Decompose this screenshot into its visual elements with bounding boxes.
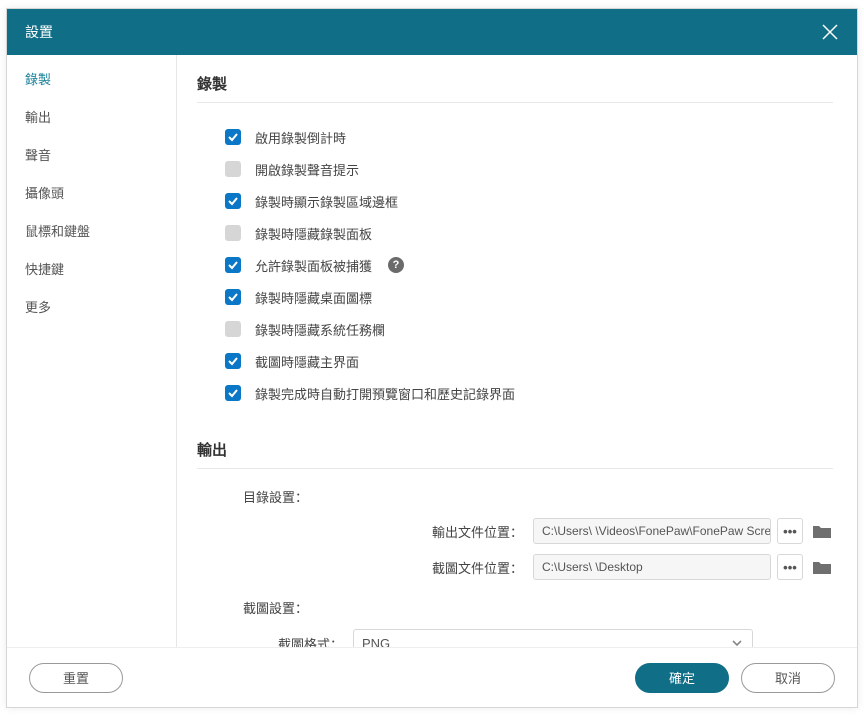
check-label: 錄製完成時自動打開預覽窗口和歷史記錄界面 xyxy=(255,384,515,403)
check-row: 啟用錄製倒計時 xyxy=(225,121,833,153)
folder-icon xyxy=(813,560,831,574)
reset-button[interactable]: 重置 xyxy=(29,663,123,693)
check-row: 截圖時隱藏主界面 xyxy=(225,345,833,377)
check-label: 允許錄製面板被捕獲 xyxy=(255,256,372,275)
screenshot-path-browse-button[interactable]: ••• xyxy=(777,554,803,580)
chevron-down-icon xyxy=(730,636,744,647)
sidebar-item-audio[interactable]: 聲音 xyxy=(7,135,176,173)
check-icon xyxy=(227,131,239,143)
sidebar-item-hotkeys[interactable]: 快捷鍵 xyxy=(7,249,176,287)
checkbox[interactable] xyxy=(225,289,241,305)
sidebar-item-mouse-keyboard[interactable]: 鼠標和鍵盤 xyxy=(7,211,176,249)
checkbox[interactable] xyxy=(225,193,241,209)
sidebar-item-label: 聲音 xyxy=(25,145,51,164)
close-icon[interactable] xyxy=(821,23,839,41)
check-row: 錄製時隱藏桌面圖標 xyxy=(225,281,833,313)
check-label: 錄製時隱藏桌面圖標 xyxy=(255,288,372,307)
check-row: 錄製時顯示錄製區域邊框 xyxy=(225,185,833,217)
check-label: 錄製時隱藏錄製面板 xyxy=(255,224,372,243)
body: 錄製 輸出 聲音 攝像頭 鼠標和鍵盤 快捷鍵 更多 錄製 啟用錄製倒計時開啟錄製… xyxy=(7,55,857,647)
screenshot-path-label: 截圖文件位置： xyxy=(243,558,533,577)
folder-icon xyxy=(813,524,831,538)
dir-settings-heading: 目錄設置： xyxy=(243,487,833,506)
check-label: 錄製時隱藏系統任務欄 xyxy=(255,320,385,339)
check-label: 啟用錄製倒計時 xyxy=(255,128,346,147)
content-pane: 錄製 啟用錄製倒計時開啟錄製聲音提示錄製時顯示錄製區域邊框錄製時隱藏錄製面板允許… xyxy=(177,55,857,647)
ok-button-label: 確定 xyxy=(669,668,695,687)
reset-button-label: 重置 xyxy=(63,668,89,687)
check-row: 允許錄製面板被捕獲? xyxy=(225,249,833,281)
check-row: 開啟錄製聲音提示 xyxy=(225,153,833,185)
check-icon xyxy=(227,259,239,271)
section-title-recording: 錄製 xyxy=(197,73,833,103)
screenshot-format-label: 截圖格式： xyxy=(243,634,353,648)
sidebar-item-recording[interactable]: 錄製 xyxy=(7,59,176,97)
checkbox[interactable] xyxy=(225,257,241,273)
section-title-output: 輸出 xyxy=(197,439,833,469)
sidebar-item-label: 錄製 xyxy=(25,69,51,88)
screenshot-format-row: 截圖格式： PNG xyxy=(197,629,833,647)
cancel-button-label: 取消 xyxy=(775,668,801,687)
check-label: 開啟錄製聲音提示 xyxy=(255,160,359,179)
screenshot-format-select[interactable]: PNG xyxy=(353,629,753,647)
sidebar-item-camera[interactable]: 攝像頭 xyxy=(7,173,176,211)
window-title: 設置 xyxy=(25,22,53,42)
sidebar-item-more[interactable]: 更多 xyxy=(7,287,176,325)
screenshot-path-open-folder-button[interactable] xyxy=(811,557,833,577)
check-label: 截圖時隱藏主界面 xyxy=(255,352,359,371)
check-icon xyxy=(227,195,239,207)
check-icon xyxy=(227,355,239,367)
check-row: 錄製完成時自動打開預覽窗口和歷史記錄界面 xyxy=(225,377,833,409)
sidebar-item-label: 輸出 xyxy=(25,107,51,126)
output-path-input[interactable]: C:\Users\ \Videos\FonePaw\FonePaw Screen… xyxy=(533,518,771,544)
check-row: 錄製時隱藏錄製面板 xyxy=(225,217,833,249)
checkbox[interactable] xyxy=(225,129,241,145)
output-path-label: 輸出文件位置： xyxy=(243,522,533,541)
sidebar: 錄製 輸出 聲音 攝像頭 鼠標和鍵盤 快捷鍵 更多 xyxy=(7,55,177,647)
screenshot-path-input[interactable]: C:\Users\ \Desktop xyxy=(533,554,771,580)
output-path-browse-button[interactable]: ••• xyxy=(777,518,803,544)
check-row: 錄製時隱藏系統任務欄 xyxy=(225,313,833,345)
screenshot-format-value: PNG xyxy=(362,636,390,648)
checkbox[interactable] xyxy=(225,353,241,369)
recording-options: 啟用錄製倒計時開啟錄製聲音提示錄製時顯示錄製區域邊框錄製時隱藏錄製面板允許錄製面… xyxy=(197,121,833,409)
footer: 重置 確定 取消 xyxy=(7,647,857,707)
sidebar-item-label: 快捷鍵 xyxy=(25,259,64,278)
screenshot-path-row: 截圖文件位置： C:\Users\ \Desktop ••• xyxy=(197,554,833,580)
cancel-button[interactable]: 取消 xyxy=(741,663,835,693)
check-icon xyxy=(227,387,239,399)
output-path-row: 輸出文件位置： C:\Users\ \Videos\FonePaw\FonePa… xyxy=(197,518,833,544)
checkbox[interactable] xyxy=(225,385,241,401)
checkbox[interactable] xyxy=(225,161,241,177)
ok-button[interactable]: 確定 xyxy=(635,663,729,693)
titlebar: 設置 xyxy=(7,9,857,55)
checkbox[interactable] xyxy=(225,225,241,241)
settings-window: 設置 錄製 輸出 聲音 攝像頭 鼠標和鍵盤 快捷鍵 更多 錄製 啟用錄製倒計時開… xyxy=(6,8,858,708)
output-path-open-folder-button[interactable] xyxy=(811,521,833,541)
checkbox[interactable] xyxy=(225,321,241,337)
help-icon[interactable]: ? xyxy=(388,257,404,273)
check-icon xyxy=(227,291,239,303)
sidebar-item-label: 鼠標和鍵盤 xyxy=(25,221,90,240)
sidebar-item-output[interactable]: 輸出 xyxy=(7,97,176,135)
sidebar-item-label: 攝像頭 xyxy=(25,183,64,202)
sidebar-item-label: 更多 xyxy=(25,297,51,316)
check-label: 錄製時顯示錄製區域邊框 xyxy=(255,192,398,211)
screenshot-settings-heading: 截圖設置： xyxy=(243,598,833,617)
